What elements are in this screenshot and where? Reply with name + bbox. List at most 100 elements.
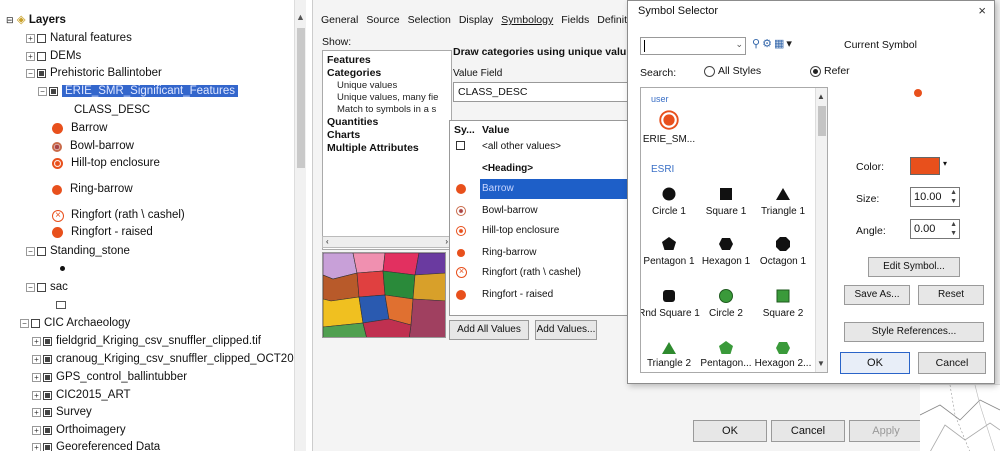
options-icon[interactable]: ⚙ <box>762 38 774 50</box>
expand-icon[interactable]: + <box>26 52 35 61</box>
toc-scrollbar[interactable]: ▲ <box>294 0 306 451</box>
table-row[interactable]: Ring-barrow <box>450 243 638 263</box>
style-references-button[interactable]: Style References... <box>844 322 984 342</box>
toc-item-gps-control[interactable]: + GPS_control_ballintubber <box>32 369 187 386</box>
size-stepper[interactable]: 10.00 ▲ ▼ <box>910 187 960 207</box>
show-item-features[interactable]: Features <box>327 54 447 67</box>
legend-item-barrow[interactable]: Barrow <box>52 120 107 137</box>
chevron-down-icon[interactable]: ▾ <box>943 159 947 168</box>
toc-item-standing-stone[interactable]: − Standing_stone <box>26 243 130 260</box>
scroll-right-icon[interactable]: › <box>445 237 448 247</box>
add-all-values-button[interactable]: Add All Values <box>449 320 529 340</box>
legend-item-hill-top-enclosure[interactable]: Hill-top enclosure <box>52 155 160 172</box>
layer-checkbox[interactable] <box>31 319 40 328</box>
angle-stepper[interactable]: 0.00 ▲ ▼ <box>910 219 960 239</box>
table-row[interactable]: Bowl-barrow <box>450 201 638 221</box>
toc-item-survey[interactable]: + Survey <box>32 404 92 421</box>
tab-general[interactable]: General <box>321 14 358 26</box>
ok-button[interactable]: OK <box>840 352 910 374</box>
layer-checkbox[interactable] <box>43 408 52 417</box>
value-field-select[interactable]: CLASS_DESC <box>453 82 638 102</box>
show-item-quantities[interactable]: Quantities <box>327 116 447 129</box>
layer-checkbox[interactable] <box>43 373 52 382</box>
expand-icon[interactable]: + <box>32 337 41 346</box>
toc-item-prehistoric-ballintober[interactable]: − Prehistoric Ballintober <box>26 65 162 82</box>
tab-selection[interactable]: Selection <box>408 14 451 26</box>
toc-root[interactable]: ⊟ ◈ Layers <box>6 12 66 29</box>
tab-fields[interactable]: Fields <box>561 14 589 26</box>
search-icon[interactable]: ⚲ <box>752 38 762 50</box>
expand-icon[interactable]: + <box>32 355 41 364</box>
toc-item-dems[interactable]: + DEMs <box>26 48 81 65</box>
tab-display[interactable]: Display <box>459 14 493 26</box>
expand-icon[interactable]: + <box>32 408 41 417</box>
layer-checkbox[interactable] <box>43 391 52 400</box>
chevron-down-icon[interactable]: ⌄ <box>735 39 743 50</box>
collapse-icon[interactable]: ⊟ <box>6 15 14 25</box>
reset-button[interactable]: Reset <box>918 285 984 305</box>
layer-checkbox[interactable] <box>43 355 52 364</box>
scroll-up-icon[interactable]: ▲ <box>817 92 825 101</box>
show-item-unique-values-many[interactable]: Unique values, many fie <box>327 92 447 104</box>
table-row[interactable]: Hill-top enclosure <box>450 221 638 241</box>
show-item-categories[interactable]: Categories <box>327 67 447 80</box>
cancel-button[interactable]: Cancel <box>918 352 986 374</box>
layer-checkbox[interactable] <box>37 69 46 78</box>
expand-icon[interactable]: + <box>32 426 41 435</box>
close-icon[interactable]: × <box>978 3 986 18</box>
table-row[interactable]: Barrow <box>450 179 638 199</box>
collapse-icon[interactable]: − <box>20 319 29 328</box>
toc-item-georeferenced[interactable]: + Georeferenced Data <box>32 439 160 451</box>
legend-item-ringfort[interactable]: × Ringfort (rath \ cashel) <box>52 207 185 224</box>
gallery-scrollbar[interactable]: ▲ ▼ <box>815 88 827 372</box>
all-styles-radio[interactable]: All Styles <box>704 65 761 77</box>
toc-item-fieldgrid[interactable]: + fieldgrid_Kriging_csv_snuffler_clipped.… <box>32 333 261 350</box>
grid-view-icon[interactable]: ▦ <box>774 38 786 50</box>
show-item-charts[interactable]: Charts <box>327 129 447 142</box>
layer-checkbox[interactable] <box>43 337 52 346</box>
add-values-button[interactable]: Add Values... <box>535 320 597 340</box>
layer-checkbox[interactable] <box>43 426 52 435</box>
toc-item-sac[interactable]: − sac <box>26 279 68 296</box>
expand-icon[interactable]: + <box>26 34 35 43</box>
layer-checkbox[interactable] <box>37 52 46 61</box>
layer-checkbox[interactable] <box>37 247 46 256</box>
collapse-icon[interactable]: − <box>38 87 47 96</box>
spinner-arrows-icon[interactable]: ▲ ▼ <box>950 220 957 238</box>
legend-item-bowl-barrow[interactable]: Bowl-barrow <box>52 138 134 155</box>
expand-icon[interactable]: + <box>32 391 41 400</box>
edit-symbol-button[interactable]: Edit Symbol... <box>868 257 960 277</box>
layer-checkbox[interactable] <box>37 34 46 43</box>
refer-radio[interactable]: Refer <box>810 65 850 77</box>
collapse-icon[interactable]: − <box>26 69 35 78</box>
scroll-down-icon[interactable]: ▼ <box>817 359 825 368</box>
table-row[interactable]: <all other values> <box>450 137 638 157</box>
collapse-icon[interactable]: − <box>26 283 35 292</box>
tab-source[interactable]: Source <box>366 14 399 26</box>
layer-checkbox[interactable] <box>37 283 46 292</box>
properties-cancel-button[interactable]: Cancel <box>771 420 845 442</box>
layer-checkbox[interactable] <box>43 443 52 451</box>
scroll-left-icon[interactable]: ‹ <box>326 237 329 246</box>
search-input[interactable]: ⌄ <box>640 37 746 55</box>
spinner-arrows-icon[interactable]: ▲ ▼ <box>950 188 957 206</box>
layer-checkbox[interactable] <box>49 87 58 96</box>
scroll-thumb[interactable] <box>818 106 826 136</box>
properties-apply-button[interactable]: Apply <box>849 420 923 442</box>
collapse-icon[interactable]: − <box>26 247 35 256</box>
legend-item-ring-barrow[interactable]: Ring-barrow <box>52 181 133 198</box>
toc-item-cic2015-art[interactable]: + CIC2015_ART <box>32 387 131 404</box>
expand-icon[interactable]: + <box>32 443 41 451</box>
color-picker[interactable] <box>910 157 940 175</box>
scroll-thumb[interactable] <box>297 28 305 168</box>
grid-header-value[interactable]: Value <box>482 124 509 136</box>
toc-item-orthoimagery[interactable]: + Orthoimagery <box>32 422 126 439</box>
table-row[interactable]: <Heading> <box>450 159 638 179</box>
show-list-hscrollbar[interactable]: ‹ › <box>322 236 452 248</box>
expand-icon[interactable]: + <box>32 373 41 382</box>
toc-item-erie-smr[interactable]: − ERIE_SMR_Significant_Features <box>38 83 239 100</box>
tab-symbology[interactable]: Symbology <box>501 14 553 26</box>
show-item-unique-values[interactable]: Unique values <box>327 80 447 92</box>
grid-header-symbol[interactable]: Sy... <box>454 124 475 136</box>
scroll-up-icon[interactable]: ▲ <box>296 12 305 22</box>
